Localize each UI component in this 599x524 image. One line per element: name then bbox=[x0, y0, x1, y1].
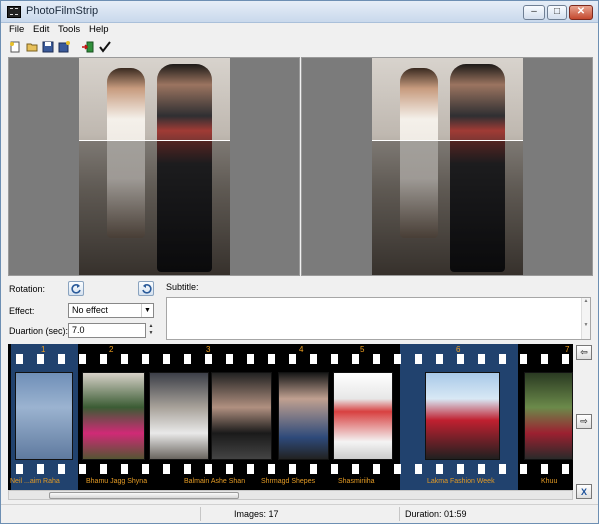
menu-file[interactable]: File bbox=[9, 24, 24, 35]
frame-caption: Shrmagd Shepes bbox=[261, 478, 316, 485]
sprocket-holes-bottom bbox=[8, 464, 573, 474]
frame-number: 6 bbox=[456, 345, 461, 354]
toolbar bbox=[1, 38, 598, 56]
frame-number: 5 bbox=[360, 345, 365, 354]
crop-rectangle-edge[interactable] bbox=[372, 140, 523, 141]
frame-number: 1 bbox=[41, 345, 46, 354]
frame-caption: Balmain Ashe Shan bbox=[184, 478, 246, 485]
frame-thumbnail[interactable] bbox=[524, 372, 573, 460]
crop-rectangle-edge[interactable] bbox=[79, 140, 230, 141]
title-bar: PhotoFilmStrip – □ ✕ bbox=[1, 1, 598, 23]
status-separator bbox=[200, 507, 201, 521]
duration-label: Duartion (sec): bbox=[9, 326, 69, 336]
picture-settings-panel: Rotation: Effect: No effect ▼ Duartion (… bbox=[9, 281, 159, 341]
frame-thumbnail[interactable] bbox=[15, 372, 73, 460]
menu-edit[interactable]: Edit bbox=[33, 24, 49, 35]
rotation-label: Rotation: bbox=[9, 284, 46, 294]
subtitle-scrollbar[interactable]: ▲ ▼ bbox=[581, 298, 590, 339]
frame-thumbnail[interactable] bbox=[278, 372, 329, 460]
frame-caption: Khuu bbox=[541, 478, 558, 485]
effect-value: No effect bbox=[72, 305, 108, 315]
image-count: Images: 17 bbox=[234, 509, 279, 519]
frame-thumbnail[interactable] bbox=[82, 372, 145, 460]
film-strip-scrollbar[interactable] bbox=[8, 490, 573, 500]
remove-picture-button[interactable]: X bbox=[576, 484, 592, 499]
render-icon[interactable] bbox=[98, 40, 111, 53]
film-strip[interactable]: 1 2 3 4 5 6 7 Neil ...aim Raha Bhamu Jag… bbox=[8, 344, 573, 490]
rotate-right-icon bbox=[141, 284, 152, 294]
effect-label: Effect: bbox=[9, 306, 35, 316]
import-pictures-icon[interactable] bbox=[81, 40, 94, 53]
frame-thumbnail[interactable] bbox=[425, 372, 500, 460]
duration-input[interactable]: 7.0 bbox=[68, 323, 146, 338]
subtitle-label: Subtitle: bbox=[166, 282, 199, 292]
duration-spinner[interactable]: ▲ ▼ bbox=[146, 323, 156, 338]
menu-bar: File Edit Tools Help bbox=[1, 23, 598, 37]
frame-number: 7 bbox=[565, 345, 570, 354]
minimize-button[interactable]: – bbox=[523, 5, 545, 20]
menu-tools[interactable]: Tools bbox=[58, 24, 80, 35]
filmstrip-app-icon bbox=[7, 6, 21, 18]
move-right-button[interactable]: ⇨ bbox=[576, 414, 592, 429]
frame-number: 2 bbox=[109, 345, 114, 354]
frame-caption: Neil ...aim Raha bbox=[10, 478, 60, 485]
frame-number: 4 bbox=[299, 345, 304, 354]
subtitle-textarea[interactable]: ▲ ▼ bbox=[166, 297, 591, 340]
scrollbar-thumb[interactable] bbox=[49, 492, 239, 499]
effect-select[interactable]: No effect ▼ bbox=[68, 303, 154, 318]
new-project-icon[interactable] bbox=[8, 40, 21, 53]
frame-thumbnail[interactable] bbox=[211, 372, 272, 460]
move-left-button[interactable]: ⇦ bbox=[576, 345, 592, 360]
arrow-right-icon: ⇨ bbox=[580, 416, 588, 426]
app-window: PhotoFilmStrip – □ ✕ File Edit Tools Hel… bbox=[0, 0, 599, 524]
original-preview-pane[interactable] bbox=[8, 57, 300, 276]
menu-help[interactable]: Help bbox=[89, 24, 109, 35]
frame-caption: Bhamu Jagg Shyna bbox=[86, 478, 148, 485]
open-project-icon[interactable] bbox=[25, 40, 38, 53]
window-title: PhotoFilmStrip bbox=[26, 5, 99, 17]
result-preview-pane[interactable] bbox=[301, 57, 593, 276]
frame-caption: Shasmiriiha bbox=[338, 478, 375, 485]
sprocket-holes-top bbox=[8, 354, 573, 364]
remove-icon: X bbox=[580, 486, 587, 497]
chevron-down-icon[interactable]: ▼ bbox=[141, 304, 153, 317]
close-window-button[interactable]: ✕ bbox=[569, 5, 593, 20]
rotate-left-icon bbox=[70, 284, 81, 294]
total-duration: Duration: 01:59 bbox=[405, 509, 467, 519]
frame-thumbnail[interactable] bbox=[333, 372, 393, 460]
status-separator bbox=[399, 507, 400, 521]
save-project-icon[interactable] bbox=[41, 40, 54, 53]
maximize-button[interactable]: □ bbox=[547, 5, 567, 20]
rotate-left-button[interactable] bbox=[68, 281, 84, 296]
frame-caption: Lakma Fashion Week bbox=[427, 478, 495, 485]
crop-shade bbox=[372, 140, 523, 275]
arrow-left-icon: ⇦ bbox=[580, 347, 588, 357]
frame-thumbnail[interactable] bbox=[149, 372, 209, 460]
status-bar: Images: 17 Duration: 01:59 bbox=[1, 504, 598, 523]
frame-number: 3 bbox=[206, 345, 211, 354]
crop-shade bbox=[79, 140, 230, 275]
save-as-icon[interactable] bbox=[57, 40, 70, 53]
rotate-right-button[interactable] bbox=[138, 281, 154, 296]
